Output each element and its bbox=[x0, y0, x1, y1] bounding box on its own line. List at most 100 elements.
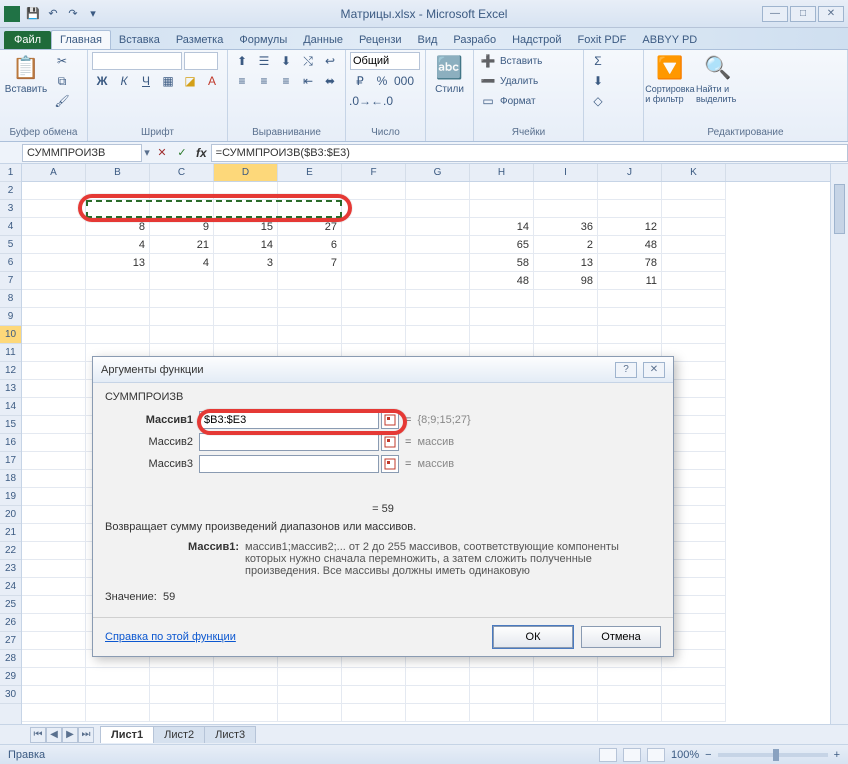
cell-G8[interactable] bbox=[406, 308, 470, 326]
cell-F5[interactable] bbox=[342, 254, 406, 272]
col-header-E[interactable]: E bbox=[278, 164, 342, 181]
fill-icon[interactable]: ⬇ bbox=[588, 72, 608, 90]
cell-G9[interactable] bbox=[406, 326, 470, 344]
cell-E8[interactable] bbox=[278, 308, 342, 326]
insert-cells-icon[interactable]: ➕ bbox=[478, 52, 498, 70]
cell-E30[interactable] bbox=[278, 704, 342, 722]
font-name[interactable] bbox=[92, 52, 182, 70]
align-top-icon[interactable]: ⬆ bbox=[232, 52, 252, 70]
cell-H7[interactable] bbox=[470, 290, 534, 308]
cell-J28[interactable] bbox=[598, 668, 662, 686]
dialog-titlebar[interactable]: Аргументы функции ? ✕ bbox=[93, 357, 673, 383]
cell-A9[interactable] bbox=[22, 326, 86, 344]
cell-E9[interactable] bbox=[278, 326, 342, 344]
comma-icon[interactable]: 000 bbox=[394, 72, 414, 90]
view-layout-icon[interactable] bbox=[623, 748, 641, 762]
cell-H4[interactable]: 65 bbox=[470, 236, 534, 254]
cell-F8[interactable] bbox=[342, 308, 406, 326]
cell-H5[interactable]: 58 bbox=[470, 254, 534, 272]
row-header-12[interactable]: 12 bbox=[0, 362, 21, 380]
cell-D29[interactable] bbox=[214, 686, 278, 704]
cell-A29[interactable] bbox=[22, 686, 86, 704]
cell-A8[interactable] bbox=[22, 308, 86, 326]
cell-A16[interactable] bbox=[22, 452, 86, 470]
row-header-7[interactable]: 7 bbox=[0, 272, 21, 290]
align-bottom-icon[interactable]: ⬇ bbox=[276, 52, 296, 70]
col-header-K[interactable]: K bbox=[662, 164, 726, 181]
align-right-icon[interactable]: ≡ bbox=[276, 72, 296, 90]
format-cells-label[interactable]: Формат bbox=[500, 92, 536, 110]
redo-icon[interactable]: ↷ bbox=[64, 5, 82, 23]
row-header-8[interactable]: 8 bbox=[0, 290, 21, 308]
row-header-10[interactable]: 10 bbox=[0, 326, 21, 344]
ok-button[interactable]: ОК bbox=[493, 626, 573, 648]
cell-D6[interactable] bbox=[214, 272, 278, 290]
delete-cells-label[interactable]: Удалить bbox=[500, 72, 538, 90]
cell-G5[interactable] bbox=[406, 254, 470, 272]
cell-K2[interactable] bbox=[662, 200, 726, 218]
paste-button[interactable]: 📋 Вставить bbox=[4, 52, 48, 95]
tab-layout[interactable]: Разметка bbox=[168, 31, 232, 49]
cell-A11[interactable] bbox=[22, 362, 86, 380]
cell-E6[interactable] bbox=[278, 272, 342, 290]
maximize-button[interactable]: □ bbox=[790, 6, 816, 22]
cell-F28[interactable] bbox=[342, 668, 406, 686]
col-header-H[interactable]: H bbox=[470, 164, 534, 181]
col-header-C[interactable]: C bbox=[150, 164, 214, 181]
cell-D4[interactable]: 14 bbox=[214, 236, 278, 254]
tab-developer[interactable]: Разрабо bbox=[445, 31, 504, 49]
save-icon[interactable]: 💾 bbox=[24, 5, 42, 23]
tab-insert[interactable]: Вставка bbox=[111, 31, 168, 49]
cell-D9[interactable] bbox=[214, 326, 278, 344]
cell-C2[interactable] bbox=[150, 200, 214, 218]
row-header-21[interactable]: 21 bbox=[0, 524, 21, 542]
vertical-scrollbar[interactable] bbox=[830, 164, 848, 724]
cell-C3[interactable]: 9 bbox=[150, 218, 214, 236]
cell-H8[interactable] bbox=[470, 308, 534, 326]
cell-K8[interactable] bbox=[662, 308, 726, 326]
row-header-13[interactable]: 13 bbox=[0, 380, 21, 398]
cell-A3[interactable] bbox=[22, 218, 86, 236]
cell-G7[interactable] bbox=[406, 290, 470, 308]
row-header-22[interactable]: 22 bbox=[0, 542, 21, 560]
cell-G30[interactable] bbox=[406, 704, 470, 722]
cell-A1[interactable] bbox=[22, 182, 86, 200]
cell-D5[interactable]: 3 bbox=[214, 254, 278, 272]
name-box[interactable]: СУММПРОИЗВ bbox=[22, 144, 142, 162]
cell-E7[interactable] bbox=[278, 290, 342, 308]
cell-A30[interactable] bbox=[22, 704, 86, 722]
row-header-26[interactable]: 26 bbox=[0, 614, 21, 632]
cell-H3[interactable]: 14 bbox=[470, 218, 534, 236]
autosum-icon[interactable]: Σ bbox=[588, 52, 608, 70]
cell-C9[interactable] bbox=[150, 326, 214, 344]
col-header-B[interactable]: B bbox=[86, 164, 150, 181]
cell-I3[interactable]: 36 bbox=[534, 218, 598, 236]
cell-J9[interactable] bbox=[598, 326, 662, 344]
cell-A6[interactable] bbox=[22, 272, 86, 290]
cell-C7[interactable] bbox=[150, 290, 214, 308]
cell-A23[interactable] bbox=[22, 578, 86, 596]
cell-K30[interactable] bbox=[662, 704, 726, 722]
row-header-3[interactable]: 3 bbox=[0, 200, 21, 218]
cell-C8[interactable] bbox=[150, 308, 214, 326]
delete-cells-icon[interactable]: ➖ bbox=[478, 72, 498, 90]
row-header-15[interactable]: 15 bbox=[0, 416, 21, 434]
cell-A25[interactable] bbox=[22, 614, 86, 632]
cell-J3[interactable]: 12 bbox=[598, 218, 662, 236]
zoom-slider[interactable] bbox=[718, 753, 828, 757]
cell-A26[interactable] bbox=[22, 632, 86, 650]
italic-icon[interactable]: К bbox=[114, 72, 134, 90]
cell-D28[interactable] bbox=[214, 668, 278, 686]
dialog-help-icon[interactable]: ? bbox=[615, 362, 637, 378]
cell-E4[interactable]: 6 bbox=[278, 236, 342, 254]
cell-J6[interactable]: 11 bbox=[598, 272, 662, 290]
arg-input-2[interactable] bbox=[199, 455, 379, 473]
insert-cells-label[interactable]: Вставить bbox=[500, 52, 542, 70]
row-header-4[interactable]: 4 bbox=[0, 218, 21, 236]
cell-K28[interactable] bbox=[662, 668, 726, 686]
cell-J7[interactable] bbox=[598, 290, 662, 308]
tab-formulas[interactable]: Формулы bbox=[231, 31, 295, 49]
tab-view[interactable]: Вид bbox=[410, 31, 446, 49]
col-header-I[interactable]: I bbox=[534, 164, 598, 181]
cell-H9[interactable] bbox=[470, 326, 534, 344]
